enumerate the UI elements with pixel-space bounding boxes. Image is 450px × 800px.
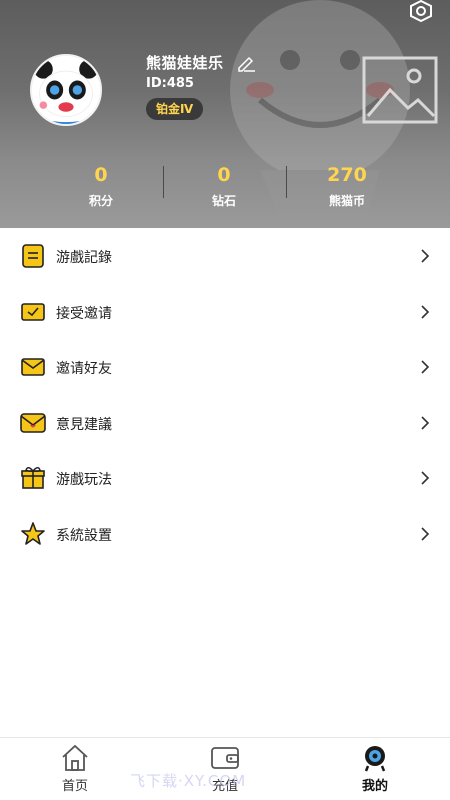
- stat-panda-coins-value: 270: [327, 164, 367, 186]
- menu-item-invite-friend[interactable]: 邀请好友: [0, 339, 450, 395]
- accept-invite-icon: [21, 302, 45, 321]
- stat-points-value: 0: [94, 164, 108, 186]
- feedback-icon: [20, 412, 46, 433]
- game-record-icon: [22, 244, 44, 268]
- nav-label-mine: 我的: [361, 779, 388, 794]
- menu-item-label: 游戲玩法: [56, 472, 112, 488]
- stat-points[interactable]: 0 积分: [41, 164, 161, 209]
- menu-item-feedback[interactable]: 意見建議: [0, 395, 450, 451]
- stat-diamonds-value: 0: [217, 164, 231, 186]
- menu-item-label: 邀请好友: [56, 361, 112, 377]
- system-settings-icon: [21, 521, 45, 545]
- menu-item-label: 意見建議: [56, 416, 112, 433]
- avatar[interactable]: [30, 54, 102, 126]
- stat-diamonds[interactable]: 0 钻石: [164, 164, 284, 209]
- menu-item-system-settings[interactable]: 系統設置: [0, 506, 450, 562]
- stats-row: 0 积分 0 钻石 270 熊猫币: [0, 164, 450, 224]
- chevron-right-icon: [421, 415, 430, 430]
- menu-list: 游戲記錄 接受邀请 邀请好友 意見建議 游戲玩法 系統設置: [0, 228, 450, 561]
- menu-item-game-record[interactable]: 游戲記錄: [0, 228, 450, 284]
- stat-panda-coins[interactable]: 270 熊猫币: [287, 164, 407, 209]
- chevron-right-icon: [421, 471, 430, 485]
- nav-item-mine[interactable]: 我的: [325, 738, 425, 800]
- menu-item-label: 系統設置: [56, 527, 112, 544]
- chevron-right-icon: [421, 526, 430, 541]
- image-placeholder-icon[interactable]: [362, 56, 438, 124]
- chevron-right-icon: [421, 360, 430, 374]
- home-icon: [62, 744, 88, 771]
- edit-icon[interactable]: [236, 54, 256, 72]
- profile-icon: [364, 746, 386, 772]
- profile-header: 熊猫娃娃乐 ID:485 铂金Ⅳ 0 积分 0 钻石 270 熊猫币: [0, 0, 450, 228]
- menu-item-label: 接受邀请: [56, 305, 112, 322]
- menu-item-accept-invite[interactable]: 接受邀请: [0, 284, 450, 340]
- nav-item-home[interactable]: 首页: [25, 738, 125, 800]
- chevron-right-icon: [421, 249, 430, 263]
- stat-points-label: 积分: [88, 194, 113, 208]
- rank-badge: 铂金Ⅳ: [146, 98, 204, 120]
- wallet-icon: [211, 747, 239, 769]
- stat-panda-coins-label: 熊猫币: [328, 194, 365, 208]
- invite-friend-icon: [21, 358, 45, 376]
- nav-label-home: 首页: [61, 779, 88, 794]
- user-id: ID:485: [146, 76, 194, 91]
- app-root: 熊猫娃娃乐 ID:485 铂金Ⅳ 0 积分 0 钻石 270 熊猫币 游戲記錄 …: [0, 0, 450, 800]
- menu-item-label: 游戲記錄: [56, 250, 112, 266]
- stat-diamonds-label: 钻石: [211, 194, 236, 208]
- gameplay-icon: [21, 467, 45, 489]
- panda-avatar-icon: [32, 56, 100, 124]
- user-name: 熊猫娃娃乐: [146, 54, 224, 72]
- settings-icon[interactable]: [408, 0, 434, 22]
- chevron-right-icon: [421, 304, 430, 319]
- watermark: 飞下载·XY.COM: [130, 772, 247, 790]
- menu-item-gameplay[interactable]: 游戲玩法: [0, 450, 450, 506]
